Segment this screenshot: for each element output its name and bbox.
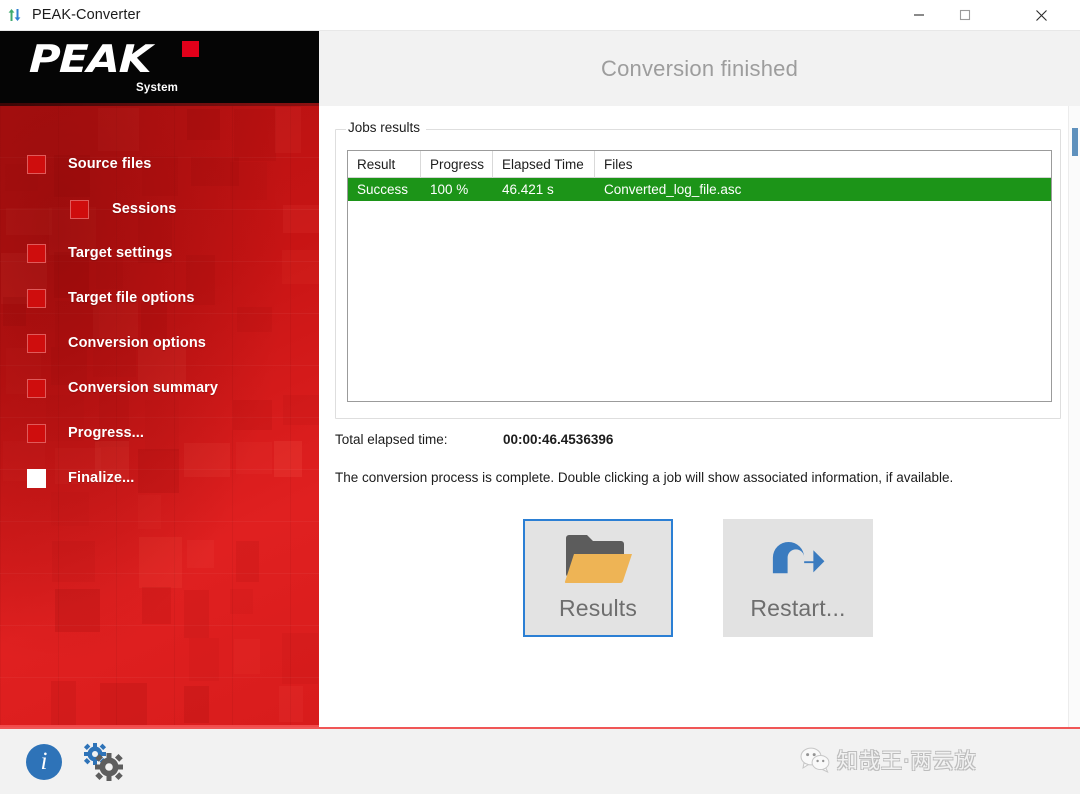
sidebar-item-sessions[interactable]: Sessions bbox=[0, 191, 319, 227]
sidebar-item-conversion-summary[interactable]: Conversion summary bbox=[0, 370, 319, 406]
sidebar-item-target-file-options[interactable]: Target file options bbox=[0, 280, 319, 316]
scrollbar-thumb[interactable] bbox=[1072, 128, 1078, 156]
sidebar-item-progress[interactable]: Progress... bbox=[0, 415, 319, 451]
step-marker bbox=[27, 154, 46, 174]
maximize-button[interactable] bbox=[942, 0, 988, 30]
table-row[interactable]: Success 100 % 46.421 s Converted_log_file.a… bbox=[348, 178, 1051, 201]
logo-brand-text: PEAK bbox=[28, 37, 152, 81]
footer-left-actions: i bbox=[26, 743, 126, 781]
footer-bar: i bbox=[0, 727, 1080, 794]
cell-elapsed-time: 46.421 s bbox=[502, 182, 554, 197]
info-icon[interactable]: i bbox=[26, 744, 62, 780]
sidebar-item-conversion-options[interactable]: Conversion options bbox=[0, 325, 319, 361]
open-folder-icon bbox=[525, 521, 671, 595]
redo-arrow-icon bbox=[725, 521, 871, 595]
step-marker bbox=[27, 378, 46, 398]
page-title: Conversion finished bbox=[600, 55, 799, 81]
sidebar-item-label: Conversion summary bbox=[68, 380, 219, 396]
title-bar: PEAK-Converter bbox=[0, 0, 1080, 31]
total-elapsed-row: Total elapsed time: 00:00:46.4536396 bbox=[335, 432, 1035, 452]
groupbox-label: Jobs results bbox=[346, 120, 427, 135]
page-header: Conversion finished bbox=[319, 31, 1080, 106]
status-message: The conversion process is complete. Doub… bbox=[335, 470, 954, 485]
results-button-label: Results bbox=[558, 595, 638, 621]
sidebar-item-label: Sessions bbox=[112, 201, 177, 217]
column-header-elapsed-time[interactable]: Elapsed Time bbox=[493, 151, 595, 178]
step-marker bbox=[27, 333, 46, 353]
jobs-results-table[interactable]: Result Progress Elapsed Time Files Success 1… bbox=[347, 150, 1052, 402]
step-marker bbox=[27, 288, 46, 308]
total-elapsed-value: 00:00:46.4536396 bbox=[503, 432, 614, 447]
sidebar-item-label: Target file options bbox=[68, 290, 195, 306]
restart-button[interactable]: Restart... bbox=[723, 519, 873, 637]
sidebar-item-label: Progress... bbox=[68, 425, 145, 441]
sidebar-item-label: Target settings bbox=[68, 245, 173, 261]
total-elapsed-label: Total elapsed time: bbox=[335, 432, 448, 447]
sidebar-item-label: Conversion options bbox=[68, 335, 206, 351]
peak-logo: PEAK System bbox=[28, 37, 230, 99]
cell-result: Success bbox=[357, 182, 409, 197]
minimize-button[interactable] bbox=[896, 0, 942, 30]
column-header-result[interactable]: Result bbox=[348, 151, 421, 178]
main-content: Jobs results Result Progress Elapsed Time F… bbox=[319, 106, 1080, 727]
sidebar-item-target-settings[interactable]: Target settings bbox=[0, 235, 319, 271]
application-window: PEAK-Converter PEAK System Source files S… bbox=[0, 0, 1080, 794]
step-marker bbox=[27, 468, 46, 488]
column-header-progress[interactable]: Progress bbox=[421, 151, 493, 178]
sidebar-item-source-files[interactable]: Source files bbox=[0, 146, 319, 182]
logo-accent-square bbox=[182, 41, 199, 57]
restart-button-label: Restart... bbox=[750, 595, 846, 621]
window-scrollbar[interactable] bbox=[1068, 106, 1080, 727]
jobs-results-groupbox: Jobs results Result Progress Elapsed Time F… bbox=[335, 120, 1061, 419]
step-marker bbox=[27, 243, 46, 263]
step-marker bbox=[70, 199, 89, 219]
step-marker bbox=[27, 423, 46, 443]
sidebar-item-label: Source files bbox=[68, 156, 152, 172]
cell-files: Converted_log_file.asc bbox=[604, 182, 742, 197]
convert-arrows-icon bbox=[7, 6, 25, 24]
cell-progress: 100 % bbox=[430, 182, 469, 197]
close-button[interactable] bbox=[1018, 0, 1064, 30]
logo-subtitle-text: System bbox=[136, 82, 179, 94]
gears-icon[interactable] bbox=[83, 743, 126, 781]
table-body: Success 100 % 46.421 s Converted_log_file.a… bbox=[348, 178, 1051, 201]
window-title: PEAK-Converter bbox=[32, 7, 141, 23]
sidebar-item-finalize[interactable]: Finalize... bbox=[0, 460, 319, 496]
sidebar-item-label: Finalize... bbox=[68, 470, 135, 486]
sidebar: Source files Sessions Target settings Targe… bbox=[0, 106, 319, 727]
brand-logo-panel: PEAK System bbox=[0, 31, 319, 106]
table-header-row: Result Progress Elapsed Time Files bbox=[348, 151, 1051, 178]
column-header-files[interactable]: Files bbox=[595, 151, 1051, 178]
results-button[interactable]: Results bbox=[523, 519, 673, 637]
